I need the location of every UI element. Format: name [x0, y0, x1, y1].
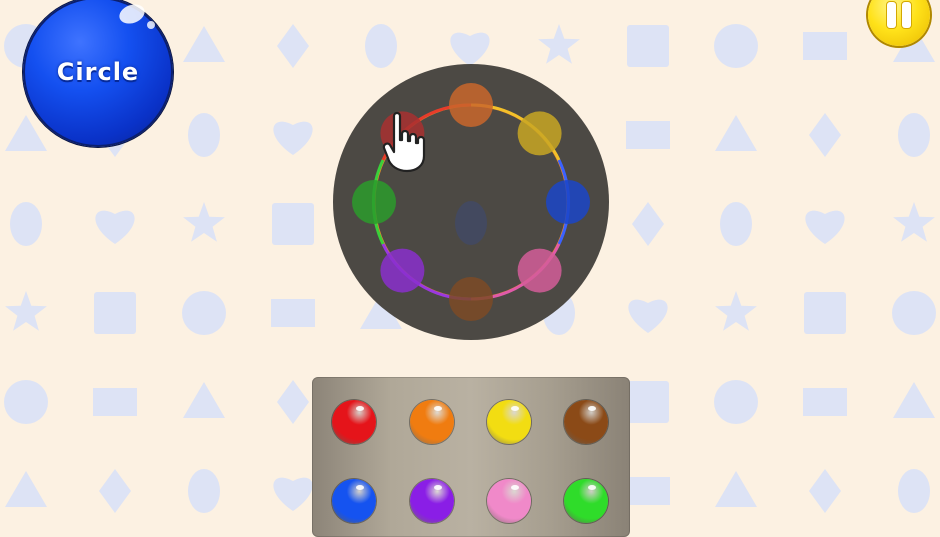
bg-rectangle-shape — [803, 32, 847, 60]
badge-shine-small — [147, 21, 155, 29]
bg-diamond-shape — [277, 380, 309, 424]
palette-ball-yellow[interactable] — [487, 400, 531, 444]
bg-circle-shape — [4, 380, 48, 424]
bg-diamond-shape — [632, 202, 664, 246]
palette-ball-pink[interactable] — [487, 479, 531, 523]
bg-heart-shape — [450, 32, 490, 66]
bg-oval-shape — [720, 202, 752, 246]
wheel-slot-orange[interactable] — [449, 83, 493, 127]
bg-rectangle-shape — [626, 477, 670, 505]
wheel-slot-green[interactable] — [352, 180, 396, 224]
bg-rectangle-shape — [93, 388, 137, 416]
palette-ball-purple[interactable] — [410, 479, 454, 523]
bg-square-shape — [272, 203, 314, 245]
bg-diamond-shape — [809, 113, 841, 157]
bg-diamond-shape — [809, 469, 841, 513]
pause-icon-bar-left — [887, 2, 896, 28]
bg-star-shape — [715, 291, 757, 331]
palette-ball-green[interactable] — [564, 479, 608, 523]
bg-diamond-shape — [99, 469, 131, 513]
hand-pointer-icon — [382, 111, 426, 173]
bg-triangle-shape — [893, 382, 935, 418]
bg-circle-shape — [714, 24, 758, 68]
bg-rectangle-shape — [803, 388, 847, 416]
bg-circle-shape — [182, 291, 226, 335]
bg-oval-shape — [10, 202, 42, 246]
bg-heart-shape — [273, 477, 313, 511]
bg-star-shape — [183, 202, 225, 242]
bg-oval-shape — [188, 469, 220, 513]
wheel-slot-blue[interactable] — [546, 180, 590, 224]
bg-heart-shape — [628, 299, 668, 333]
palette-ball-orange[interactable] — [410, 400, 454, 444]
bg-rectangle-shape — [271, 299, 315, 327]
palette-ball-blue[interactable] — [332, 479, 376, 523]
bg-diamond-shape — [277, 24, 309, 68]
bg-oval-shape — [188, 113, 220, 157]
palette-ball-brown[interactable] — [564, 400, 608, 444]
bg-oval-shape — [898, 469, 930, 513]
bg-rectangle-shape — [626, 121, 670, 149]
wheel-slot-purple[interactable] — [380, 248, 425, 293]
bg-star-shape — [5, 291, 47, 331]
bg-triangle-shape — [183, 26, 225, 62]
bg-square-shape — [804, 292, 846, 334]
bg-triangle-shape — [5, 471, 47, 507]
bg-heart-shape — [95, 210, 135, 244]
bg-triangle-shape — [183, 382, 225, 418]
shape-badge: Circle — [23, 0, 173, 147]
wheel-slot-brown[interactable] — [449, 277, 493, 321]
wheel-slot-yellow[interactable] — [517, 111, 562, 156]
bg-circle-shape — [892, 291, 936, 335]
bg-square-shape — [94, 292, 136, 334]
shape-name-label: Circle — [56, 58, 140, 86]
pause-icon-bar-right — [902, 2, 911, 28]
bg-square-shape — [627, 381, 669, 423]
bg-triangle-shape — [715, 471, 757, 507]
bg-star-shape — [538, 24, 580, 64]
bg-triangle-shape — [715, 115, 757, 151]
center-oval-marker — [455, 201, 487, 245]
wheel-slot-pink[interactable] — [517, 248, 562, 293]
bg-heart-shape — [273, 121, 313, 155]
bg-heart-shape — [805, 210, 845, 244]
bg-oval-shape — [898, 113, 930, 157]
bg-star-shape — [893, 202, 935, 242]
color-wheel — [352, 83, 590, 321]
bg-circle-shape — [714, 380, 758, 424]
palette-ball-red[interactable] — [332, 400, 376, 444]
bg-square-shape — [627, 25, 669, 67]
bg-oval-shape — [365, 24, 397, 68]
